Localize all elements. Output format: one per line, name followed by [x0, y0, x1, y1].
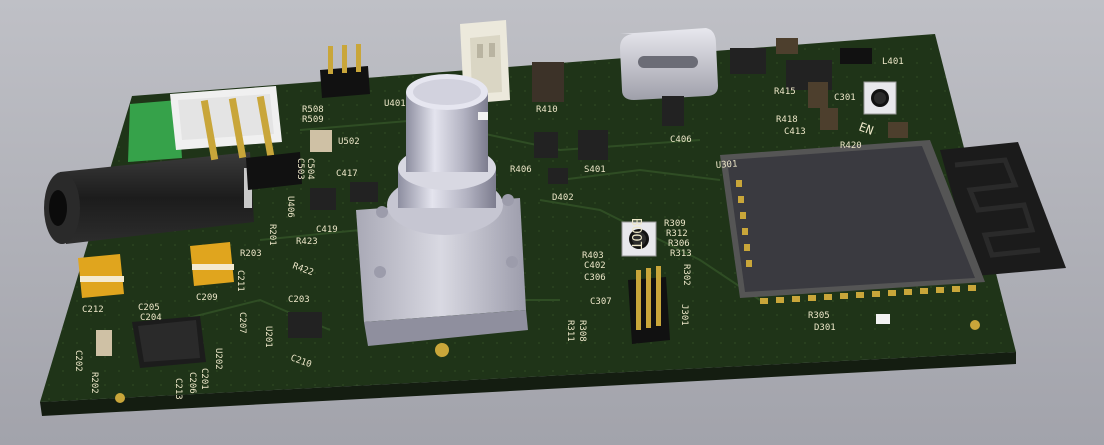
label-r415: R415	[774, 87, 796, 97]
pcb-3d-render-viewport: BOOT EN R305 D301 J301 U301 R309 R312 R3…	[0, 0, 1104, 445]
label-c306: C306	[584, 273, 606, 283]
label-c203: C203	[288, 295, 310, 305]
label-c504: C504	[305, 158, 315, 180]
label-u401: U401	[384, 99, 406, 109]
label-c205: C205	[138, 303, 160, 313]
label-c204: C204	[140, 313, 162, 323]
label-u406: U406	[285, 196, 295, 218]
label-c419: C419	[316, 225, 338, 235]
label-r418: R418	[776, 115, 798, 125]
label-c307: C307	[590, 297, 612, 307]
label-r202: R202	[89, 372, 99, 394]
label-c201: C201	[199, 368, 209, 390]
label-c206: C206	[187, 372, 197, 394]
label-c402: C402	[584, 261, 606, 271]
label-l401: L401	[882, 57, 904, 67]
label-r403: R403	[582, 251, 604, 261]
label-c213: C213	[173, 378, 183, 400]
label-c301: C301	[834, 93, 856, 103]
label-u201: U201	[263, 326, 273, 348]
label-boot: BOOT	[628, 218, 643, 249]
label-u202: U202	[213, 348, 223, 370]
label-r508: R508	[302, 105, 324, 115]
label-c503: C503	[295, 158, 305, 180]
label-r305: R305	[808, 311, 830, 321]
label-c417: C417	[336, 169, 358, 179]
label-r313: R313	[670, 249, 692, 259]
label-c209: C209	[196, 293, 218, 303]
label-r311: R311	[565, 320, 575, 342]
label-r312: R312	[666, 229, 688, 239]
label-r509: R509	[302, 115, 324, 125]
label-d301: D301	[814, 323, 836, 333]
label-u301: U301	[716, 160, 738, 171]
label-r306: R306	[668, 239, 690, 249]
label-s401: S401	[584, 165, 606, 175]
label-c207: C207	[237, 312, 247, 334]
label-r420: R420	[840, 141, 862, 151]
label-c212: C212	[82, 305, 104, 315]
label-r201: R201	[267, 224, 277, 246]
label-r406: R406	[510, 165, 532, 175]
label-c413: C413	[784, 127, 806, 137]
label-r410: R410	[536, 105, 558, 115]
label-r302: R302	[681, 264, 691, 286]
label-r309: R309	[664, 219, 686, 229]
label-u502: U502	[338, 137, 360, 147]
label-c211: C211	[235, 270, 245, 292]
audio-codec-chip	[132, 316, 206, 368]
label-r423: R423	[296, 237, 318, 247]
pcb-3d-scene: BOOT EN R305 D301 J301 U301 R309 R312 R3…	[0, 0, 1104, 445]
label-j301: J301	[679, 304, 689, 326]
label-d402: D402	[552, 193, 574, 203]
label-r308: R308	[577, 320, 587, 342]
label-c202: C202	[73, 350, 83, 372]
en-button[interactable]	[863, 81, 897, 115]
label-r203: R203	[240, 249, 262, 259]
label-c406: C406	[670, 135, 692, 145]
usb-c-connector	[620, 28, 718, 100]
